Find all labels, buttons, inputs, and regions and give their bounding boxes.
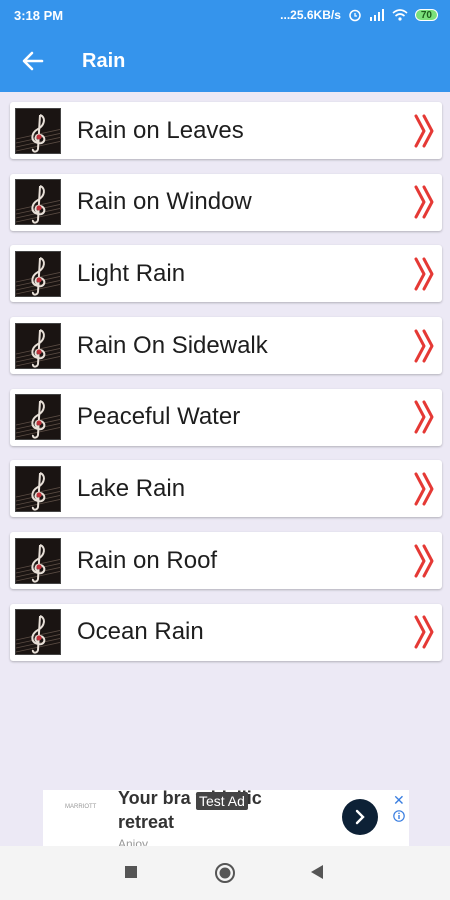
treble-clef-icon bbox=[16, 538, 60, 583]
treble-clef-icon bbox=[16, 395, 60, 440]
back-button[interactable] bbox=[0, 30, 66, 92]
network-speed: ...25.6KB/s bbox=[280, 8, 341, 22]
triangle-left-icon bbox=[311, 865, 323, 879]
sound-thumbnail bbox=[15, 107, 61, 154]
system-nav-bar bbox=[0, 846, 450, 900]
back-nav-button[interactable] bbox=[309, 864, 325, 880]
sound-label: Ocean Rain bbox=[77, 618, 204, 646]
sound-list-item[interactable]: Peaceful Water bbox=[10, 388, 442, 446]
ad-info-icon[interactable] bbox=[393, 810, 405, 822]
sound-thumbnail bbox=[15, 537, 61, 584]
treble-clef-icon bbox=[16, 323, 60, 368]
square-icon bbox=[125, 866, 137, 878]
sound-list-item[interactable]: Light Rain bbox=[10, 245, 442, 303]
treble-clef-icon bbox=[16, 610, 60, 655]
double-chevron-right-icon bbox=[414, 400, 434, 434]
sound-list-item[interactable]: Rain on Window bbox=[10, 173, 442, 231]
double-chevron-right-icon bbox=[414, 544, 434, 578]
sound-label: Peaceful Water bbox=[77, 403, 241, 431]
double-chevron-right-icon bbox=[414, 615, 434, 649]
treble-clef-icon bbox=[16, 180, 60, 225]
sound-thumbnail bbox=[15, 322, 61, 369]
wifi-icon bbox=[392, 9, 408, 21]
treble-clef-icon bbox=[16, 251, 60, 296]
sound-list-item[interactable]: Rain on Leaves bbox=[10, 102, 442, 159]
sound-list-item[interactable]: Rain on Roof bbox=[10, 532, 442, 590]
sound-label: Light Rain bbox=[77, 259, 186, 287]
ad-close-icon[interactable]: ✕ bbox=[393, 792, 405, 809]
sound-list: Rain on Leaves Rain on Window Light Rain… bbox=[10, 102, 442, 676]
ad-title-line2: retreat bbox=[118, 812, 175, 832]
ad-logo: MARRIOTT bbox=[65, 804, 97, 810]
app-bar: Rain bbox=[0, 30, 450, 92]
test-ad-badge: Test Ad bbox=[196, 792, 248, 810]
home-button[interactable] bbox=[214, 862, 236, 884]
chevron-right-icon bbox=[355, 809, 365, 825]
sound-thumbnail bbox=[15, 609, 61, 656]
sound-list-item[interactable]: Ocean Rain bbox=[10, 603, 442, 661]
ad-open-button[interactable] bbox=[342, 799, 378, 835]
sound-list-item[interactable]: Lake Rain bbox=[10, 460, 442, 518]
double-chevron-right-icon bbox=[414, 472, 434, 506]
sound-label: Rain on Roof bbox=[77, 546, 218, 574]
treble-clef-icon bbox=[16, 466, 60, 511]
sound-label: Rain On Sidewalk bbox=[77, 331, 268, 359]
double-chevron-right-icon bbox=[414, 185, 434, 219]
sound-thumbnail bbox=[15, 394, 61, 441]
sound-label: Lake Rain bbox=[77, 474, 186, 502]
sound-label: Rain on Leaves bbox=[77, 116, 244, 144]
status-bar: 3:18 PM ...25.6KB/s 70 bbox=[0, 0, 450, 30]
double-chevron-right-icon bbox=[414, 329, 434, 363]
sound-list-item[interactable]: Rain On Sidewalk bbox=[10, 317, 442, 375]
status-time: 3:18 PM bbox=[14, 7, 64, 23]
circle-icon bbox=[215, 863, 235, 883]
sound-label: Rain on Window bbox=[77, 188, 252, 216]
sound-thumbnail bbox=[15, 250, 61, 297]
ad-banner[interactable]: MARRIOTT Your bra y idyllic retreat Anjo… bbox=[43, 790, 409, 846]
signal-icon bbox=[369, 9, 384, 21]
alarm-icon bbox=[349, 9, 361, 22]
double-chevron-right-icon bbox=[414, 257, 434, 291]
arrow-left-icon bbox=[22, 51, 44, 71]
sound-thumbnail bbox=[15, 179, 61, 226]
double-chevron-right-icon bbox=[414, 114, 434, 147]
battery-indicator: 70 bbox=[414, 9, 438, 21]
treble-clef-icon bbox=[16, 108, 60, 153]
status-icons: ...25.6KB/s 70 bbox=[280, 8, 438, 22]
recents-button[interactable] bbox=[124, 865, 138, 879]
sound-thumbnail bbox=[15, 465, 61, 512]
page-title: Rain bbox=[82, 49, 126, 72]
ad-subtitle: Anjoy... bbox=[118, 837, 158, 846]
